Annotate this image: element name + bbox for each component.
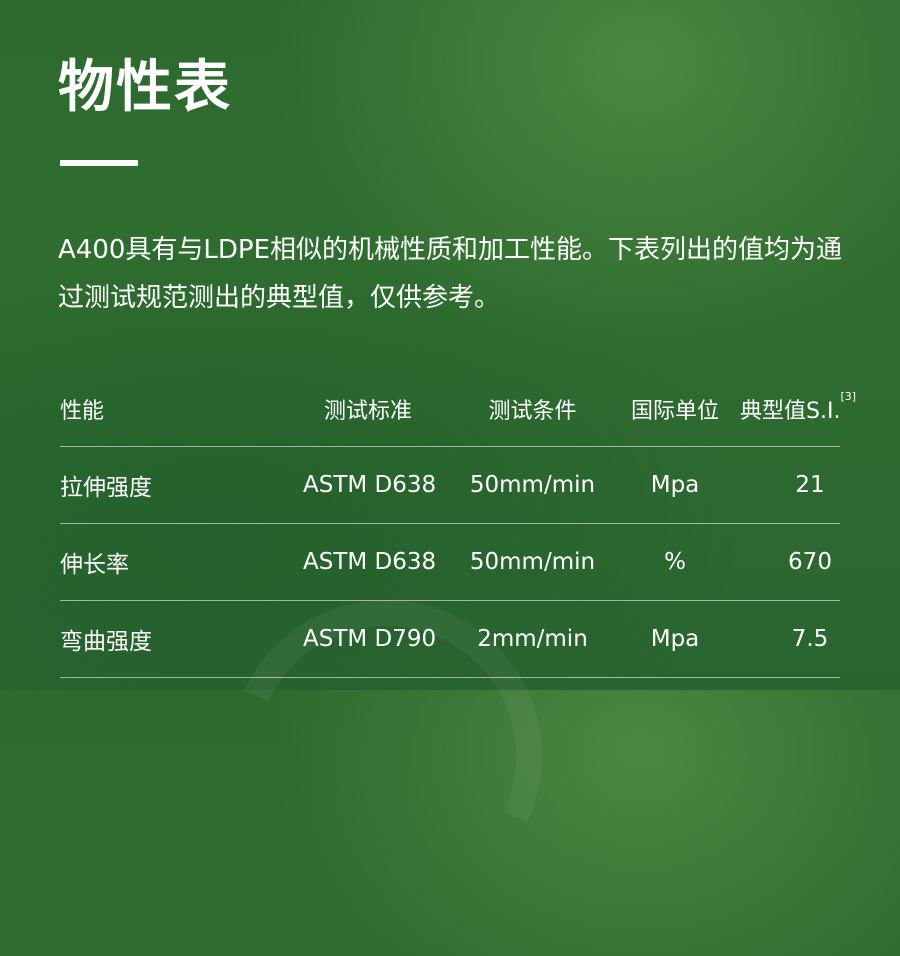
table-row: 伸长率 ASTM D638 50mm/min % 670 — [60, 524, 840, 601]
header-typical-value: 典型值S.I.[3] — [740, 390, 856, 425]
cell-value: 670 — [788, 549, 832, 575]
cell-standard: ASTM D790 — [303, 626, 437, 652]
cell-condition: 2mm/min — [477, 626, 588, 652]
title-underline — [60, 160, 138, 166]
table-row: 弯曲强度 ASTM D790 2mm/min Mpa 7.5 — [60, 601, 840, 678]
properties-table: 性能 测试标准 测试条件 国际单位 典型值S.I.[3] 拉伸强度 ASTM D… — [60, 372, 856, 678]
cell-property: 拉伸强度 — [60, 475, 152, 501]
table-header-row: 性能 测试标准 测试条件 国际单位 典型值S.I.[3] — [60, 372, 856, 447]
cell-unit: Mpa — [650, 472, 700, 498]
header-property: 性能 — [60, 399, 105, 424]
intro-paragraph: A400具有与LDPE相似的机械性质和加工性能。下表列出的值均为通过测试规范测出… — [58, 235, 843, 313]
cell-property: 伸长率 — [60, 552, 129, 578]
cell-condition: 50mm/min — [469, 472, 596, 498]
cell-standard: ASTM D638 — [303, 549, 437, 575]
page-title: 物性表 — [58, 55, 232, 120]
cell-condition: 50mm/min — [469, 549, 596, 575]
cell-property: 弯曲强度 — [60, 629, 152, 655]
header-condition: 测试条件 — [488, 399, 577, 424]
header-typical-label: 典型值S.I. — [740, 399, 841, 424]
cell-standard: ASTM D638 — [303, 472, 437, 498]
footnote-reference: [3] — [840, 390, 857, 403]
table-row: 拉伸强度 ASTM D638 50mm/min Mpa 21 — [60, 447, 840, 524]
cell-unit: Mpa — [650, 626, 700, 652]
cell-value: 21 — [795, 472, 825, 498]
header-standard: 测试标准 — [323, 399, 412, 424]
cell-unit: % — [664, 549, 686, 575]
header-unit: 国际单位 — [630, 399, 719, 424]
cell-value: 7.5 — [791, 626, 829, 652]
